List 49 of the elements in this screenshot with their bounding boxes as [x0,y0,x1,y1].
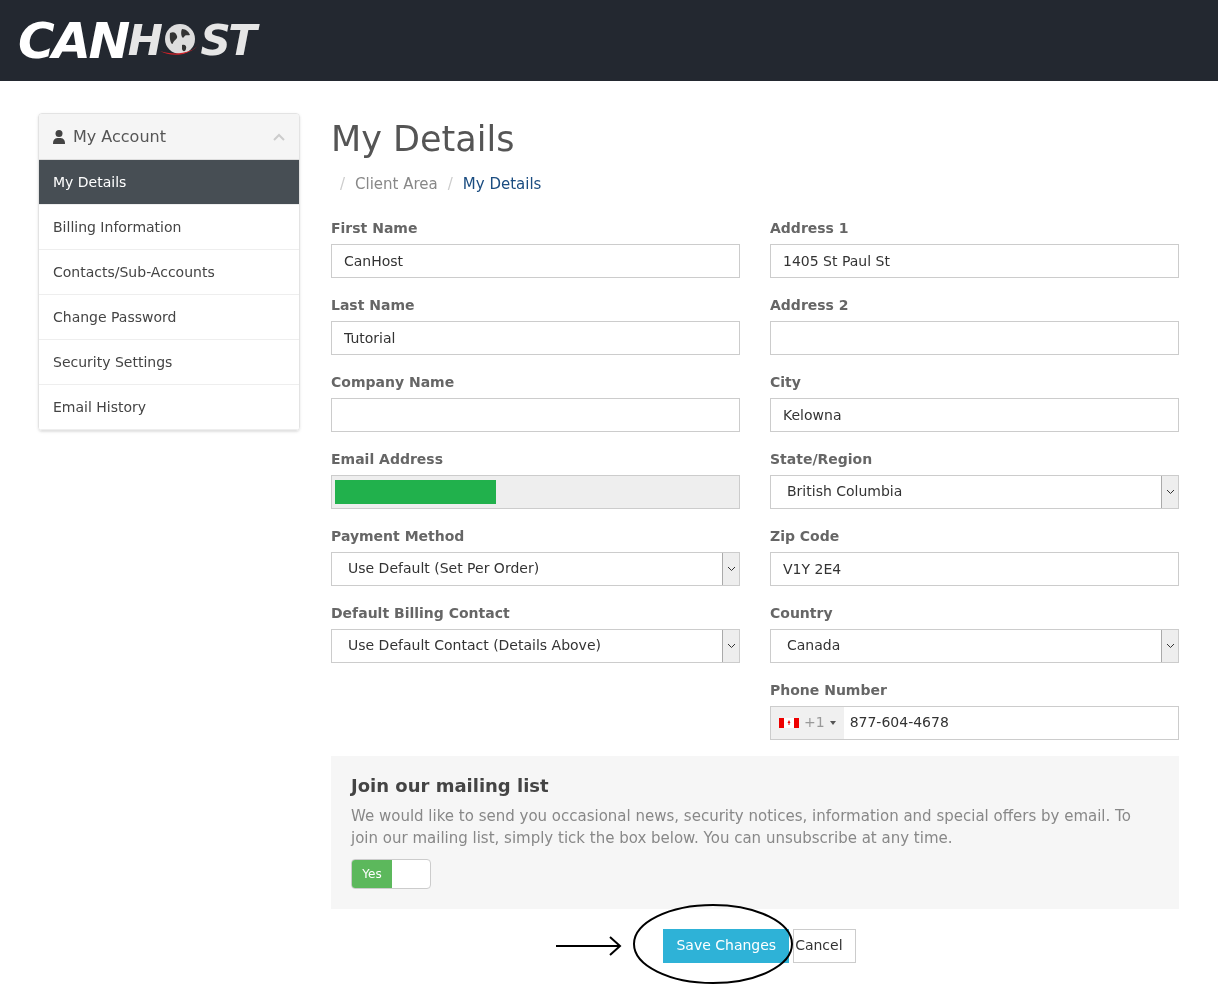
country-code: +1 [804,713,825,732]
canada-flag-icon [779,717,799,728]
mailing-list-title: Join our mailing list [351,773,550,798]
email-field[interactable] [331,474,740,509]
field-label: Zip Code [770,526,841,546]
sidebar-item[interactable]: My Details [39,160,299,205]
field-label: Address 2 [770,295,850,315]
text-field[interactable]: 1405 St Paul St [770,243,1179,278]
text-field[interactable]: CanHost [331,243,740,278]
field-label: Phone Number [770,680,888,700]
phone-field[interactable]: +1 877-604-4678 [770,705,1179,740]
field-label: Company Name [331,372,456,392]
field-label: City [770,372,802,392]
sidebar-item[interactable]: Email History [39,385,299,430]
breadcrumb-separator: / [340,174,346,195]
text-field[interactable] [770,320,1179,355]
select-field[interactable]: Use Default Contact (Details Above) [331,628,740,663]
user-icon [53,129,65,144]
text-field[interactable]: V1Y 2E4 [770,551,1179,586]
breadcrumb-link[interactable]: My Details [462,173,542,196]
select-field[interactable]: British Columbia [770,474,1179,509]
page-title: My Details [331,118,516,161]
cancel-button[interactable]: Cancel [793,928,856,963]
breadcrumb-link[interactable]: Client Area [355,173,438,196]
chevron-up-icon[interactable] [273,132,285,141]
field-label: Default Billing Contact [331,603,511,623]
select-field[interactable]: Canada [770,628,1179,663]
field-label: First Name [331,218,419,238]
select-field[interactable]: Use Default (Set Per Order) [331,551,740,586]
field-label: State/Region [770,449,874,469]
text-field[interactable]: Kelowna [770,397,1179,432]
field-label: Payment Method [331,526,466,546]
sidebar-title: My Account [73,125,166,148]
field-label: Last Name [331,295,416,315]
sidebar-item[interactable]: Billing Information [39,205,299,250]
sidebar-item[interactable]: Security Settings [39,340,299,385]
phone-value: 877-604-4678 [848,713,949,732]
field-label: Address 1 [770,218,850,238]
caret-icon [829,720,836,725]
sidebar-header[interactable]: My Account [39,114,299,160]
sidebar-item[interactable]: Contacts/Sub-Accounts [39,250,299,295]
text-field[interactable] [331,397,740,432]
text-field[interactable]: Tutorial [331,320,740,355]
mailing-list-text: We would like to send you occasional news, security notices, information and special offers by email. To join our mailing list, simply tick the box below. You can unsubscribe at any time. [351,805,1132,849]
breadcrumb-separator: / [447,174,453,195]
field-label: Email Address [331,449,444,469]
sidebar-item[interactable]: Change Password [39,295,299,340]
annotation-arrow [555,933,623,958]
field-label: Country [770,603,834,623]
